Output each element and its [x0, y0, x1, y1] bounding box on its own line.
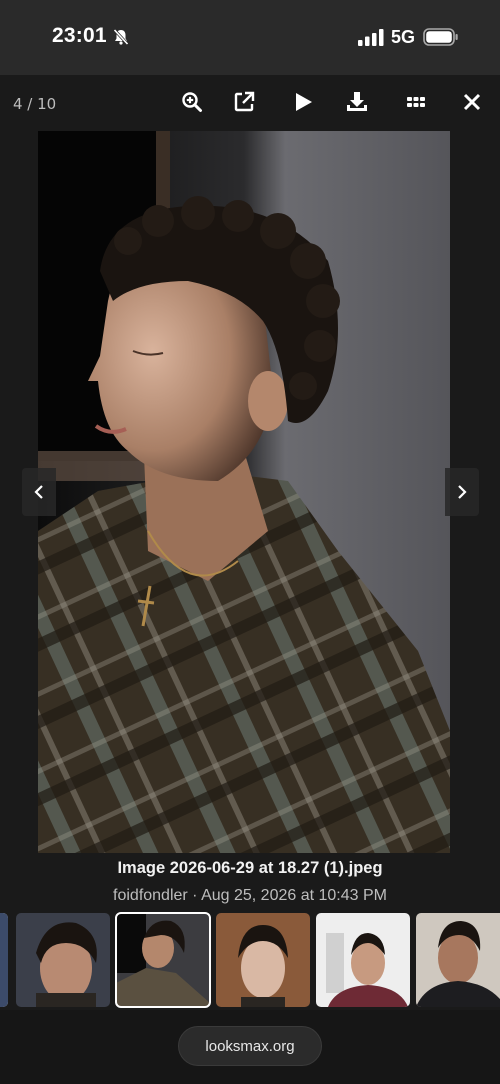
viewer-toolbar: 4 / 10	[0, 75, 500, 131]
download-button[interactable]	[344, 89, 370, 115]
image-meta: foidfondler · Aug 25, 2026 at 10:43 PM	[113, 887, 387, 904]
thumbnail-3-active[interactable]	[115, 912, 211, 1008]
chevron-right-icon	[458, 485, 467, 499]
previous-image-button[interactable]	[22, 468, 56, 516]
thumbnails-grid-button[interactable]	[403, 89, 429, 115]
zoom-in-icon	[182, 92, 202, 112]
slideshow-play-button[interactable]	[290, 89, 316, 115]
image-counter: 4 / 10	[13, 95, 57, 113]
thumbnail-strip	[0, 910, 500, 1012]
network-label: 5G	[391, 27, 416, 47]
bell-slash-icon	[112, 28, 130, 46]
battery-icon	[423, 27, 459, 47]
thumbnail-4[interactable]	[216, 913, 310, 1007]
thumbnail-6[interactable]	[416, 913, 500, 1007]
thumbnail-2[interactable]	[16, 913, 110, 1007]
thumbnail-1[interactable]	[0, 913, 8, 1007]
image-viewer: 4 / 10 Image 2026-06-29 at 18.27 (1).jpe…	[0, 75, 500, 1010]
browser-bottom-bar: looksmax.org	[0, 1010, 500, 1084]
status-time: 23:01	[52, 24, 107, 47]
status-bar: 23:01 5G	[0, 0, 500, 75]
thumbnail-5[interactable]	[316, 913, 410, 1007]
grid-icon	[407, 97, 425, 107]
open-external-icon	[234, 91, 255, 112]
close-icon	[463, 93, 481, 111]
signal-icon	[358, 29, 384, 46]
next-image-button[interactable]	[445, 468, 479, 516]
play-icon	[296, 93, 312, 111]
zoom-in-button[interactable]	[179, 89, 205, 115]
chevron-left-icon	[34, 485, 43, 499]
download-icon	[347, 92, 367, 111]
close-viewer-button[interactable]	[459, 89, 485, 115]
address-bar-url: looksmax.org	[205, 1037, 295, 1055]
image-filename: Image 2026-06-29 at 18.27 (1).jpeg	[117, 859, 383, 877]
open-external-button[interactable]	[231, 89, 257, 115]
main-photo[interactable]	[38, 131, 450, 853]
address-bar[interactable]: looksmax.org	[178, 1026, 322, 1066]
